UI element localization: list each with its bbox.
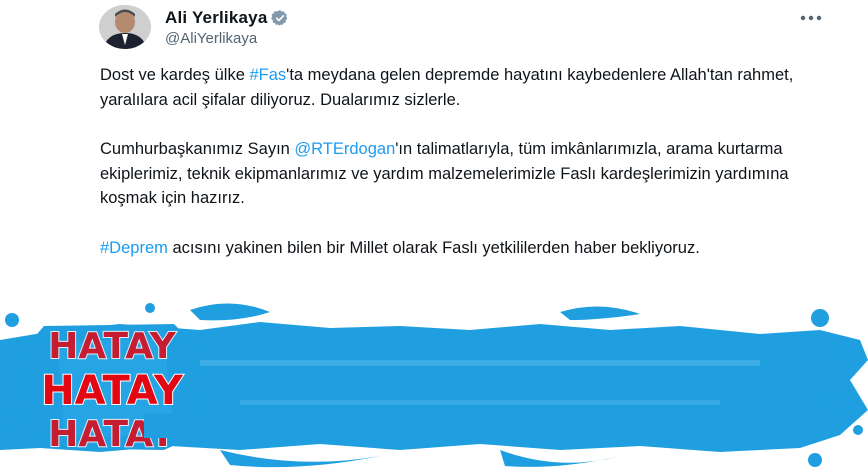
more-options-icon[interactable] xyxy=(798,8,824,28)
tweet-paragraph: Dost ve kardeş ülke #Fas'ta meydana gele… xyxy=(100,63,820,112)
hatay-logo: HATAY HATAY HATAY xyxy=(28,324,196,452)
author-display-name[interactable]: Ali Yerlikaya xyxy=(165,8,267,28)
hashtag-link[interactable]: #Deprem xyxy=(100,239,168,257)
tweet-text-segment: acısını yakinen bilen bir Millet olarak … xyxy=(167,238,700,257)
tweet-text-segment: Dost ve kardeş ülke xyxy=(100,66,250,84)
tweet-paragraph: #Deprem acısını yakinen bilen bir Millet… xyxy=(100,236,820,261)
tweet-paragraph: Cumhurbaşkanımız Sayın @RTErdogan'ın tal… xyxy=(100,137,820,211)
author-name-row: Ali Yerlikaya xyxy=(165,8,289,28)
tweet-text: Dost ve kardeş ülke #Fas'ta meydana gele… xyxy=(100,63,820,286)
logo-text-main: HATAY xyxy=(41,368,184,414)
mention-link[interactable]: @RTErdogan xyxy=(294,140,395,158)
verified-badge-icon xyxy=(271,10,288,26)
hashtag-link[interactable]: #Fas xyxy=(249,66,286,84)
author-handle[interactable]: @AliYerlikaya xyxy=(165,30,257,47)
tweet-text-segment: Cumhurbaşkanımız Sayın xyxy=(100,140,295,159)
logo-text-top: HATAY xyxy=(48,326,176,367)
author-avatar[interactable] xyxy=(99,5,151,49)
